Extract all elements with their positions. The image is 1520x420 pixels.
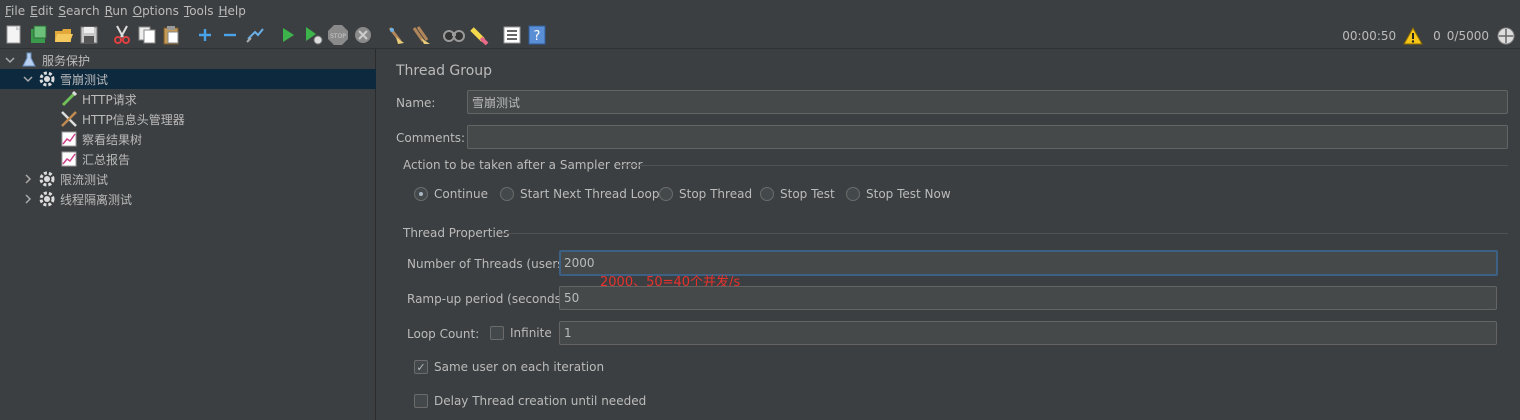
gear-icon	[38, 70, 56, 88]
loop-count-label: Loop Count:	[407, 327, 480, 341]
tree-label: 线程隔离测试	[60, 192, 133, 207]
checkbox-box[interactable]	[414, 394, 428, 408]
tree-item-group-avalanche[interactable]: 雪崩测试	[0, 69, 376, 89]
test-plan-tree: 服务保护 雪崩测试 HTTP请求 HTTP信息头管理器 察看结果树 汇总报告 限…	[0, 49, 376, 420]
rampup-label: Ramp-up period (seconds):	[407, 292, 570, 306]
infinite-checkbox[interactable]: Infinite	[490, 326, 552, 340]
chevron-right-icon[interactable]	[22, 193, 34, 205]
graph-icon	[60, 150, 78, 168]
warning-icon[interactable]	[1402, 25, 1424, 47]
section-divider	[617, 165, 1508, 166]
collapse-icon[interactable]	[219, 24, 241, 46]
radio-dot[interactable]	[414, 187, 428, 201]
chevron-down-icon[interactable]	[4, 54, 16, 66]
expand-icon[interactable]	[194, 24, 216, 46]
checkmark-icon[interactable]: ✓	[414, 360, 428, 374]
warning-count: 0	[1433, 28, 1441, 43]
rampup-input[interactable]: 50	[559, 286, 1497, 310]
open-icon[interactable]	[53, 24, 75, 46]
menu-tools[interactable]: Tools	[183, 0, 218, 22]
chevron-down-icon[interactable]	[22, 73, 34, 85]
radio-dot[interactable]	[760, 187, 774, 201]
graph-icon	[60, 130, 78, 148]
tree-label: 限流测试	[60, 172, 109, 187]
stop-icon[interactable]: STOP	[327, 24, 349, 46]
threads-label: Number of Threads (users):	[407, 257, 573, 271]
radio-stop-test[interactable]: Stop Test	[760, 187, 835, 201]
clear-icon[interactable]	[385, 24, 407, 46]
tree-label: HTTP信息头管理器	[82, 112, 185, 127]
function-helper-icon[interactable]	[501, 24, 523, 46]
comments-field[interactable]	[467, 125, 1508, 149]
section-divider	[503, 233, 1508, 234]
tools-icon	[60, 110, 78, 128]
pipette-icon	[60, 90, 78, 108]
name-label: Name:	[396, 96, 436, 110]
menu-run[interactable]: Run	[104, 0, 132, 22]
help-icon[interactable]: ?	[526, 24, 548, 46]
menu-bar: File Edit Search Run Options Tools Help	[0, 0, 1520, 22]
tree-label: 察看结果树	[82, 132, 143, 147]
paste-icon[interactable]	[161, 24, 183, 46]
delay-thread-checkbox[interactable]: Delay Thread creation until needed	[414, 394, 646, 408]
radio-dot[interactable]	[846, 187, 860, 201]
tree-item-summary-report[interactable]: 汇总报告	[60, 149, 130, 169]
copy-icon[interactable]	[136, 24, 158, 46]
search-icon[interactable]	[443, 24, 465, 46]
status-area: 00:00:50 0 0/5000	[1342, 22, 1520, 49]
tree-item-results-tree[interactable]: 察看结果树	[60, 129, 142, 149]
tree-item-http-request[interactable]: HTTP请求	[60, 89, 137, 109]
loop-count-input[interactable]: 1	[559, 321, 1497, 345]
remote-icon[interactable]	[1495, 25, 1517, 47]
panel-title: Thread Group	[396, 63, 493, 79]
radio-stop-thread[interactable]: Stop Thread	[659, 187, 752, 201]
gear-icon	[38, 170, 56, 188]
tree-item-group-isolation[interactable]: 线程隔离测试	[22, 189, 132, 209]
gear-icon	[38, 190, 56, 208]
cut-icon[interactable]	[111, 24, 133, 46]
flask-icon	[20, 51, 38, 69]
svg-text:?: ?	[534, 29, 541, 44]
radio-continue[interactable]: Continue	[414, 187, 488, 201]
clear-all-icon[interactable]	[410, 24, 432, 46]
menu-help[interactable]: Help	[218, 0, 250, 22]
start-icon[interactable]	[277, 24, 299, 46]
tree-label: 雪崩测试	[60, 72, 109, 87]
radio-dot[interactable]	[500, 187, 514, 201]
elapsed-time: 00:00:50	[1342, 28, 1397, 43]
tree-item-group-ratelimit[interactable]: 限流测试	[22, 169, 108, 189]
menu-options[interactable]: Options	[132, 0, 183, 22]
new-icon[interactable]	[3, 24, 25, 46]
reset-search-icon[interactable]	[468, 24, 490, 46]
shutdown-icon[interactable]	[352, 24, 374, 46]
svg-text:STOP: STOP	[330, 33, 346, 40]
name-field[interactable]: 雪崩测试	[467, 90, 1508, 114]
toolbar: STOP ? 00:00:50 0 0/5000	[0, 22, 1520, 49]
save-icon[interactable]	[78, 24, 100, 46]
templates-icon[interactable]	[28, 24, 50, 46]
menu-search[interactable]: Search	[57, 0, 103, 22]
toggle-icon[interactable]	[244, 24, 266, 46]
radio-dot[interactable]	[659, 187, 673, 201]
radio-start-next-loop[interactable]: Start Next Thread Loop	[500, 187, 659, 201]
tree-label: 汇总报告	[82, 152, 131, 167]
checkbox-box[interactable]	[490, 326, 504, 340]
tree-item-root[interactable]: 服务保护	[4, 50, 90, 70]
chevron-right-icon[interactable]	[22, 173, 34, 185]
tree-label: 服务保护	[42, 53, 91, 68]
comments-label: Comments:	[396, 131, 466, 145]
sampler-error-section-title: Action to be taken after a Sampler error	[403, 158, 643, 172]
tree-label: HTTP请求	[82, 92, 137, 107]
start-no-pause-icon[interactable]	[302, 24, 324, 46]
thread-group-panel: Thread Group Name: 雪崩测试 Comments: Action…	[377, 49, 1520, 420]
menu-edit[interactable]: Edit	[29, 0, 57, 22]
same-user-checkbox[interactable]: ✓ Same user on each iteration	[414, 360, 604, 374]
thread-properties-section-title: Thread Properties	[403, 226, 510, 240]
menu-file[interactable]: File	[4, 0, 29, 22]
thread-count: 0/5000	[1446, 28, 1489, 43]
radio-stop-test-now[interactable]: Stop Test Now	[846, 187, 951, 201]
tree-item-header-manager[interactable]: HTTP信息头管理器	[60, 109, 185, 129]
